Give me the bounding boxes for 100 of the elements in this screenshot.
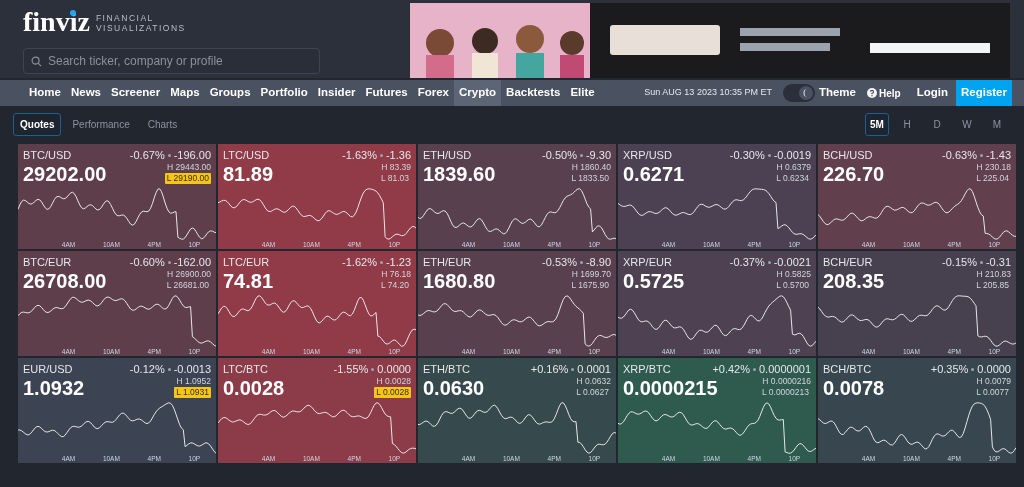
low-value: L 81.03: [379, 173, 410, 184]
price-value: 1.0932: [23, 376, 85, 400]
nav-link[interactable]: News: [65, 80, 106, 106]
timeframe-tab[interactable]: H: [895, 112, 919, 136]
price-value: 26708.00: [23, 269, 107, 293]
nav-link[interactable]: Insider: [312, 80, 361, 106]
change-value: -0.31: [985, 255, 1011, 269]
price-value: 81.89: [223, 162, 274, 186]
nav-link[interactable]: Home: [24, 80, 66, 106]
high-value: H 1860.40: [571, 162, 611, 173]
symbol-label: BCH/BTC: [823, 362, 872, 376]
theme-toggle[interactable]: Theme: [779, 84, 859, 102]
login-link[interactable]: Login: [908, 84, 956, 102]
timeframe-tab[interactable]: D: [925, 112, 949, 136]
timeframe-tab[interactable]: 5M: [865, 112, 889, 136]
change-percent: -1.55%: [333, 362, 369, 376]
price-value: 208.35: [823, 269, 885, 293]
nav-link[interactable]: Portfolio: [255, 80, 313, 106]
price-value: 0.0000215: [623, 376, 718, 400]
symbol-label: BCH/USD: [823, 148, 873, 162]
nav-link[interactable]: Futures: [360, 80, 413, 106]
low-value: L 1675.90: [570, 280, 610, 291]
low-value: L 0.5700: [775, 280, 810, 291]
symbol-label: XRP/BTC: [623, 362, 671, 376]
price-value: 1839.60: [423, 162, 496, 186]
change-value: -0.0013: [173, 362, 211, 376]
price-value: 0.6271: [623, 162, 685, 186]
price-value: 226.70: [823, 162, 885, 186]
high-value: H 1.0952: [176, 376, 211, 387]
change-percent: +0.16%: [530, 362, 569, 376]
high-value: H 26900.00: [167, 269, 211, 280]
change-value: -1.36: [385, 148, 411, 162]
low-value: L 205.85: [975, 280, 1010, 291]
price-value: 29202.00: [23, 162, 107, 186]
change-value: 0.0000: [977, 362, 1011, 376]
symbol-label: BTC/EUR: [23, 255, 72, 269]
timeframe-tab[interactable]: M: [985, 112, 1009, 136]
change-percent: -0.50%: [542, 148, 577, 162]
price-value: 0.0630: [423, 376, 485, 400]
help-link[interactable]: Help: [859, 85, 909, 101]
nav-link[interactable]: Maps: [165, 80, 205, 106]
view-tab[interactable]: Performance: [65, 112, 137, 136]
high-value: H 0.0632: [576, 376, 611, 387]
question-icon: [867, 88, 877, 98]
high-value: H 0.0000216: [762, 376, 811, 387]
symbol-label: XRP/USD: [623, 148, 672, 162]
nav-link[interactable]: Groups: [204, 80, 256, 106]
low-value: L 29190.00: [164, 173, 211, 184]
high-value: H 29443.00: [167, 162, 211, 173]
high-value: H 1699.70: [571, 269, 611, 280]
view-tab[interactable]: Quotes: [13, 112, 62, 136]
change-percent: -0.67%: [129, 148, 165, 162]
search-field[interactable]: Search ticker, company or profile: [23, 48, 320, 74]
change-value: 0.0001: [577, 362, 611, 376]
change-value: 0.0000: [377, 362, 411, 376]
high-value: H 0.0079: [976, 376, 1011, 387]
low-value: L 0.0627: [575, 387, 610, 398]
change-percent: -0.15%: [942, 255, 977, 269]
change-percent: -1.62%: [342, 255, 377, 269]
timeframe-tab[interactable]: W: [955, 112, 979, 136]
low-value: L 0.0028: [374, 387, 411, 398]
change-value: -0.0021: [773, 255, 811, 269]
symbol-label: ETH/USD: [423, 148, 472, 162]
change-value: -1.43: [985, 148, 1011, 162]
high-value: H 230.18: [976, 162, 1011, 173]
logo-tagline: FINANCIAL: [95, 13, 155, 23]
low-value: L 1833.50: [570, 173, 610, 184]
logo-wordmark[interactable]: finviz: [23, 6, 90, 37]
nav-link[interactable]: Forex: [412, 80, 455, 106]
low-value: L 0.0000213: [761, 387, 810, 398]
nav-link[interactable]: Crypto: [454, 80, 502, 106]
change-value: -1.23: [385, 255, 411, 269]
symbol-label: LTC/EUR: [223, 255, 270, 269]
price-value: 0.0028: [223, 376, 285, 400]
price-value: 74.81: [223, 269, 274, 293]
logo-tagline: VISUALIZATIONS: [95, 23, 186, 33]
nav-link[interactable]: Backtests: [501, 80, 566, 106]
symbol-label: LTC/USD: [223, 148, 270, 162]
change-value: -8.90: [585, 255, 611, 269]
low-value: L 26681.00: [165, 280, 210, 291]
nav-link[interactable]: Screener: [106, 80, 166, 106]
nav-link[interactable]: Elite: [565, 80, 600, 106]
symbol-label: LTC/BTC: [223, 362, 269, 376]
high-value: H 0.0028: [376, 376, 411, 387]
change-percent: +0.35%: [930, 362, 969, 376]
moon-icon: [798, 86, 813, 100]
symbol-label: BCH/EUR: [823, 255, 873, 269]
change-percent: -1.63%: [342, 148, 377, 162]
change-value: -0.0019: [773, 148, 811, 162]
high-value: H 0.5825: [776, 269, 811, 280]
change-percent: -0.12%: [129, 362, 165, 376]
low-value: L 0.6234: [775, 173, 810, 184]
high-value: H 76.18: [381, 269, 411, 280]
low-value: L 1.0931: [174, 387, 211, 398]
view-tab[interactable]: Charts: [140, 112, 185, 136]
low-value: L 74.20: [379, 280, 410, 291]
symbol-label: EUR/USD: [23, 362, 73, 376]
change-percent: +0.42%: [712, 362, 750, 376]
high-value: H 210.83: [976, 269, 1011, 280]
change-percent: -0.37%: [729, 255, 765, 269]
